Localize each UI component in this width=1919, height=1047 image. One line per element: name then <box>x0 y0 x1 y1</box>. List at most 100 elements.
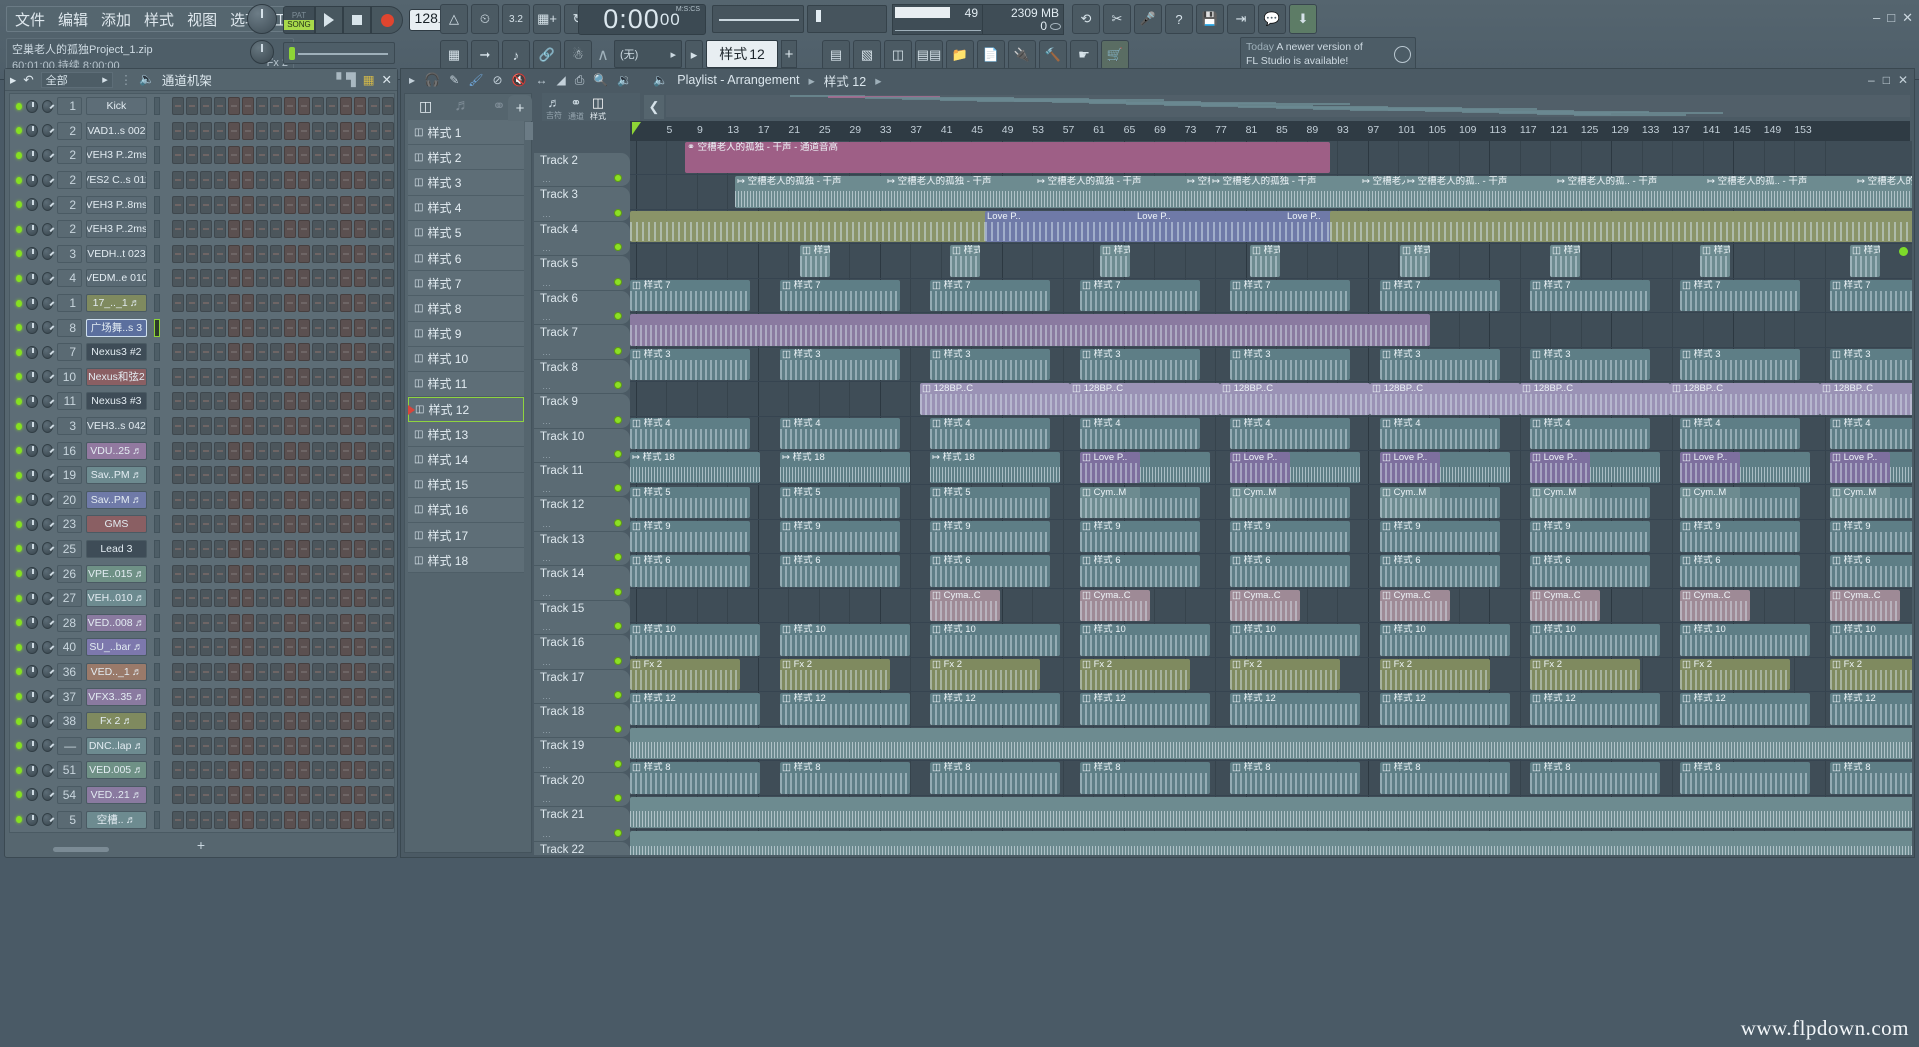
playlist-clip[interactable]: ◫ 样式 8 <box>780 762 910 794</box>
step-button[interactable] <box>368 392 381 411</box>
step-button[interactable] <box>354 244 367 263</box>
step-button[interactable] <box>368 810 381 829</box>
channel-fx-number[interactable]: 1 <box>57 294 83 313</box>
playlist-clip[interactable]: ◫ Cym..M <box>1830 486 1890 518</box>
step-button[interactable] <box>172 244 185 263</box>
channel-enable-led[interactable] <box>16 766 23 774</box>
playlist-clip[interactable]: ◫ Fx 2 <box>1380 658 1490 691</box>
step-button[interactable] <box>270 785 283 804</box>
channel-row[interactable]: 2 VEH3 P..8ms <box>10 192 394 217</box>
channel-fx-number[interactable]: 2 <box>57 220 83 239</box>
channel-pan-knob[interactable] <box>26 616 38 630</box>
channel-fx-number[interactable]: 36 <box>57 662 83 681</box>
channel-name-button[interactable]: Nexus3 #3 <box>86 392 147 411</box>
step-button[interactable] <box>270 220 283 239</box>
channel-fx-number[interactable]: 2 <box>57 195 83 214</box>
step-button[interactable] <box>340 97 353 116</box>
step-button[interactable] <box>298 761 311 780</box>
step-button[interactable] <box>228 785 241 804</box>
step-button[interactable] <box>228 269 241 288</box>
tab-automation[interactable]: ⚭ 通道 <box>568 95 584 122</box>
playlist-clip[interactable]: ◫ 样式 3 <box>1080 348 1200 381</box>
step-button[interactable] <box>298 687 311 706</box>
step-button[interactable] <box>368 121 381 140</box>
step-button[interactable] <box>256 318 269 337</box>
channel-name-button[interactable]: Nexus3 #2 <box>86 343 147 362</box>
step-button[interactable] <box>368 613 381 632</box>
playlist-clip[interactable]: ◫ Cym..M <box>1080 486 1140 518</box>
step-button[interactable] <box>228 564 241 583</box>
step-button[interactable] <box>242 146 255 165</box>
step-button[interactable] <box>228 220 241 239</box>
channel-pan-knob[interactable] <box>26 247 38 261</box>
channel-enable-led[interactable] <box>16 471 23 479</box>
step-button[interactable] <box>256 712 269 731</box>
step-button[interactable] <box>382 269 394 288</box>
piano-roll-icon[interactable]: ▧ <box>853 40 881 70</box>
menu-item-view[interactable]: 视图 <box>187 9 217 30</box>
channel-enable-led[interactable] <box>16 176 23 184</box>
chat-icon[interactable]: 💬 <box>1258 4 1286 34</box>
playlist-clip[interactable]: ◫ 样式 12 <box>1380 693 1510 725</box>
step-button[interactable] <box>214 318 227 337</box>
step-button[interactable] <box>186 662 199 681</box>
shop-icon[interactable]: 🛒 <box>1101 40 1129 70</box>
step-button[interactable] <box>368 318 381 337</box>
step-button[interactable] <box>354 146 367 165</box>
step-button[interactable] <box>298 589 311 608</box>
channel-enable-led[interactable] <box>16 225 23 233</box>
channel-volume-knob[interactable] <box>41 640 53 654</box>
playlist-clip[interactable]: ◫ 128BP..C <box>1370 383 1520 415</box>
step-button[interactable] <box>270 417 283 436</box>
playlist-clip[interactable]: ◫ 样式 2 <box>1850 245 1880 277</box>
channel-pan-knob[interactable] <box>26 542 38 556</box>
step-button[interactable] <box>228 417 241 436</box>
step-button[interactable] <box>172 810 185 829</box>
step-button[interactable] <box>270 146 283 165</box>
audio-clip-icon[interactable]: ♬ <box>454 97 470 115</box>
track-options-icon[interactable]: … <box>542 416 551 426</box>
step-button[interactable] <box>242 539 255 558</box>
step-button[interactable] <box>326 662 339 681</box>
playlist-clip[interactable]: ◫ Fx 2 <box>780 658 890 691</box>
step-button[interactable] <box>312 466 325 485</box>
step-button[interactable] <box>284 367 297 386</box>
playlist-clip[interactable]: ◫ Cym..M <box>1380 486 1440 518</box>
step-button[interactable] <box>340 736 353 755</box>
step-button[interactable] <box>186 613 199 632</box>
step-button[interactable] <box>200 392 213 411</box>
channel-pan-knob[interactable] <box>26 665 38 679</box>
step-button[interactable] <box>242 466 255 485</box>
step-button[interactable] <box>214 195 227 214</box>
channel-enable-led[interactable] <box>16 668 23 676</box>
channel-name-button[interactable]: VEDH..t 023 <box>86 244 147 263</box>
channel-pan-knob[interactable] <box>26 394 38 408</box>
step-button[interactable] <box>382 810 394 829</box>
playlist-clip[interactable]: ◫ Love P.. <box>1530 452 1590 484</box>
pattern-list-item[interactable]: ◫ 样式 2 <box>408 145 524 171</box>
channel-volume-knob[interactable] <box>41 714 53 728</box>
metronome-icon[interactable]: △ <box>440 4 468 34</box>
step-button[interactable] <box>214 244 227 263</box>
step-button[interactable] <box>354 515 367 534</box>
step-button[interactable] <box>214 392 227 411</box>
playlist-clip[interactable]: ↦ 样式 18 <box>630 452 760 484</box>
step-button[interactable] <box>326 539 339 558</box>
step-button[interactable] <box>312 195 325 214</box>
channel-volume-knob[interactable] <box>41 690 53 704</box>
step-button[interactable] <box>340 269 353 288</box>
channel-pan-knob[interactable] <box>26 468 38 482</box>
maximize-icon[interactable]: □ <box>1883 73 1890 87</box>
step-button[interactable] <box>242 687 255 706</box>
step-button[interactable] <box>256 785 269 804</box>
step-button[interactable] <box>340 712 353 731</box>
step-button[interactable] <box>172 343 185 362</box>
playlist-clip[interactable]: ◫ 样式 8 <box>1230 762 1360 794</box>
step-button[interactable] <box>354 417 367 436</box>
step-button[interactable] <box>214 515 227 534</box>
step-button[interactable] <box>256 687 269 706</box>
pattern-list-item[interactable]: ◫ 样式 16 <box>408 497 524 523</box>
step-button[interactable] <box>270 392 283 411</box>
track-enable-led[interactable] <box>614 277 622 286</box>
playlist-clip[interactable]: ◫ 样式 7 <box>630 279 750 312</box>
